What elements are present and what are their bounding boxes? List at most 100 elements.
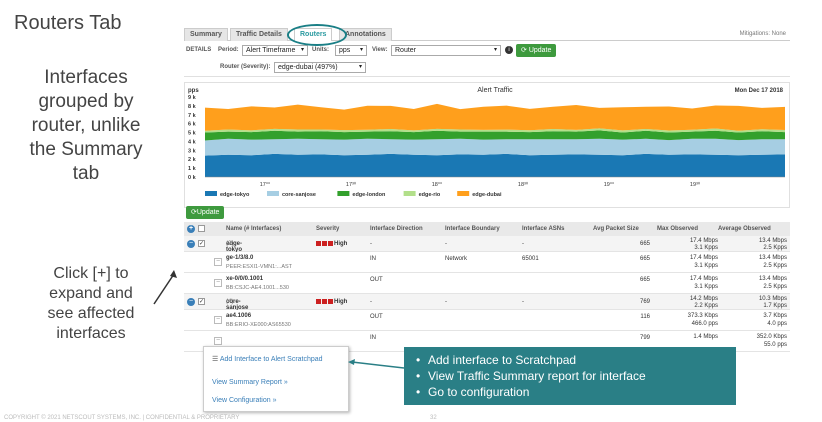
col-asns[interactable]: Interface ASNs [522, 226, 564, 232]
direction-cell: - [370, 299, 372, 305]
avg-observed-pps-cell: 2.5 Kpps [763, 263, 787, 269]
details-label: DETAILS [186, 47, 212, 53]
list-icon: ☰ [212, 356, 220, 363]
expand-icon[interactable]: − [214, 337, 222, 345]
max-observed-cell: 17.4 Mbps [689, 255, 718, 261]
router-value: edge-dubai (497%) [278, 64, 338, 71]
legend-swatch-edge-tokyo [205, 191, 217, 196]
callout-line-1: Add interface to Scratchpad [416, 352, 724, 368]
avg-packet-cell: 799 [639, 335, 650, 341]
col-severity[interactable]: Severity [316, 226, 339, 232]
units-select[interactable]: pps ▾ [335, 45, 367, 56]
router-group-row[interactable]: − ✓ core-sanjose (4) High - - -769 14.2 Mbps 2.… [184, 294, 790, 311]
router-group-row[interactable]: − ✓ edge-tokyo (2) High - - -665 17.4 Mbps 3.1 … [184, 236, 790, 253]
legend-label-edge-tokyo: edge-tokyo [220, 192, 250, 198]
chevron-down-icon: ▾ [300, 47, 304, 53]
max-observed-cell: 1.4 Mbps [693, 334, 718, 340]
row-checkbox[interactable]: ✓ [198, 298, 205, 305]
max-observed-cell: 373.3 Kbps [687, 313, 718, 319]
avg-packet-cell: 769 [639, 299, 650, 305]
avg-observed-cell: 13.4 Mbps [758, 238, 787, 244]
col-max-observed[interactable]: Max Observed [657, 226, 698, 232]
max-observed-pps-cell: 3.1 Kpps [694, 263, 718, 269]
table-body: − ✓ edge-tokyo (2) High - - -665 17.4 Mbps 3.1 … [184, 236, 790, 352]
router-severity-label: Router (Severity): [220, 64, 271, 70]
chevron-down-icon: ▾ [359, 47, 363, 53]
chart-svg: pps Alert Traffic Mon Dec 17 2018 9 k 8 k 7 k… [188, 87, 785, 198]
callout-box: Add interface to Scratchpad View Traffic… [404, 347, 736, 405]
update-button[interactable]: ⟳ Update [516, 44, 557, 57]
collapse-icon[interactable]: − [187, 240, 195, 248]
refresh-icon: ⟳ [521, 47, 529, 54]
view-select[interactable]: Router ▾ [391, 45, 501, 56]
avg-observed-cell: 13.4 Mbps [758, 255, 787, 261]
col-direction[interactable]: Interface Direction [370, 226, 423, 232]
y-tick-label: 8 k [188, 104, 197, 110]
expand-icon[interactable]: − [214, 279, 222, 287]
tab-traffic-details[interactable]: Traffic Details [230, 28, 288, 41]
alert-traffic-chart: pps Alert Traffic Mon Dec 17 2018 9 k 8 k 7 k… [184, 82, 790, 208]
interface-name[interactable]: ge-1/3/8.0 [226, 255, 253, 261]
view-summary-report-link[interactable]: View Summary Report » [212, 379, 288, 386]
col-avg-observed[interactable]: Average Observed [718, 226, 771, 232]
series-area-edge-tokyo [205, 153, 785, 177]
period-label: Period: [218, 47, 239, 53]
page-number: 32 [430, 415, 437, 421]
callout-connector [348, 359, 405, 369]
legend-label-edge-london: edge-london [352, 192, 386, 198]
interface-name[interactable]: ae4.1006 [226, 313, 251, 319]
boundary-cell: Network [445, 256, 468, 262]
update-label: Update [528, 47, 552, 54]
routers-tab-highlight-ring [287, 24, 347, 46]
slide-click-note: Click [+] to expand and see affected int… [47, 265, 135, 342]
interface-name[interactable]: xe-0/0/0.1001 [226, 276, 263, 282]
x-tick-label: 17°° [260, 182, 271, 188]
slide-description: Interfaces grouped by router, unlike the… [29, 67, 143, 184]
legend-swatch-core-sanjose [267, 191, 279, 196]
view-value: Router [395, 47, 417, 54]
view-label: View: [372, 47, 388, 53]
interface-context-menu: ☰ Add Interface to Alert Scratchpad View… [203, 346, 349, 412]
avg-observed-cell: 352.0 Kbps [756, 334, 787, 340]
footer-copyright: COPYRIGHT © 2021 NETSCOUT SYSTEMS, INC. … [4, 415, 240, 421]
col-name[interactable]: Name (# Interfaces) [226, 226, 281, 232]
asns-cell: - [522, 241, 524, 247]
legend-label-edge-rio: edge-rio [419, 192, 441, 198]
alert-app-panel: Summary Traffic Details Routers Annotati… [184, 26, 790, 398]
tab-summary[interactable]: Summary [184, 28, 228, 41]
max-observed-pps-cell: 3.1 Kpps [694, 284, 718, 290]
asns-cell: 65001 [522, 256, 539, 262]
add-to-scratchpad-item[interactable]: ☰ Add Interface to Alert Scratchpad [212, 355, 323, 363]
interface-row[interactable]: − xe-0/0/0.1001 BB:CSJC-AE4.1001...530 OUT 6… [184, 273, 790, 294]
expand-icon[interactable]: − [214, 258, 222, 266]
annotation-arrow-icon [153, 270, 177, 305]
avg-observed-pps-cell: 2.5 Kpps [763, 245, 787, 251]
info-icon[interactable]: i [505, 46, 513, 54]
boundary-cell: - [445, 299, 447, 305]
expand-all-icon[interactable]: + [187, 225, 195, 233]
add-to-scratchpad-label: Add Interface to Alert Scratchpad [219, 356, 323, 363]
chevron-down-icon: ▾ [358, 64, 362, 70]
avg-packet-cell: 665 [639, 277, 650, 283]
units-value: pps [339, 47, 351, 54]
interface-desc: BB:CSJC-AE4.1001...530 [226, 285, 289, 291]
router-select[interactable]: edge-dubai (497%) ▾ [274, 62, 366, 73]
routers-table: + Name (# Interfaces) Severity Interface… [184, 222, 790, 352]
direction-cell: - [370, 241, 372, 247]
severity-badge: High [316, 241, 347, 248]
collapse-icon[interactable]: − [187, 298, 195, 306]
col-avg-packet[interactable]: Avg Packet Size [593, 226, 639, 232]
avg-observed-cell: 3.7 Kbps [763, 313, 787, 319]
period-select[interactable]: Alert Timeframe ▾ [242, 45, 308, 56]
y-tick-label: 4 k [188, 139, 197, 145]
interface-row[interactable]: − ae4.1006 BB:ERIO-XE000:AS65530 OUT 116 373.… [184, 310, 790, 331]
max-observed-cell: 14.2 Mbps [689, 296, 718, 302]
update-button-2[interactable]: ⟳Update [186, 206, 225, 219]
expand-icon[interactable]: − [214, 316, 222, 324]
row-checkbox[interactable]: ✓ [198, 240, 205, 247]
view-configuration-link[interactable]: View Configuration » [212, 397, 276, 404]
select-all-checkbox[interactable] [198, 225, 205, 232]
col-boundary[interactable]: Interface Boundary [445, 226, 500, 232]
avg-observed-pps-cell: 1.7 Kpps [763, 303, 787, 309]
interface-row[interactable]: − ge-1/3/8.0 PEER:ESXI1-VMN1:...AST IN Netwo… [184, 252, 790, 273]
